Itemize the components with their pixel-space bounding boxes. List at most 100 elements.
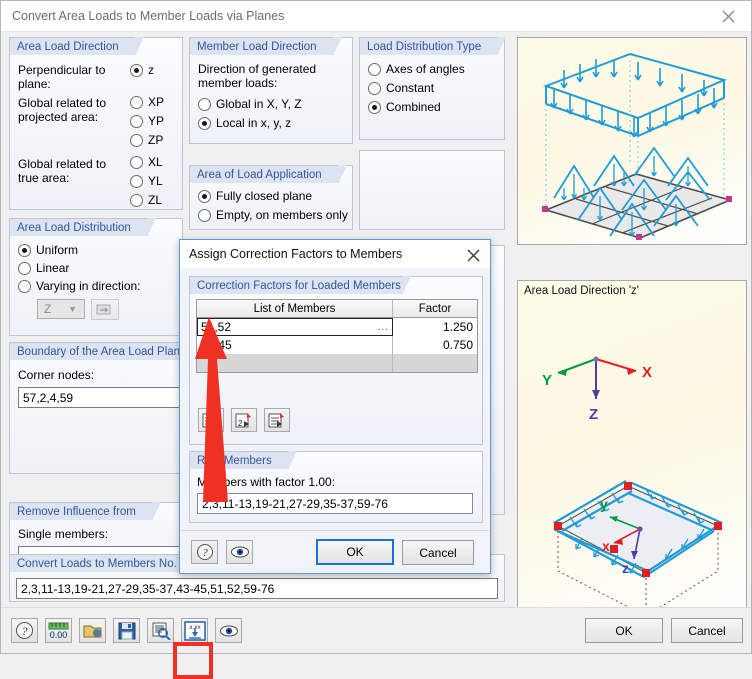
modal-cancel-button[interactable]: Cancel (402, 540, 474, 565)
open-folder-icon[interactable] (79, 618, 106, 643)
units-icon[interactable]: 0.00 (45, 618, 72, 643)
radio-fully-closed[interactable]: Fully closed plane (198, 189, 312, 203)
table-row[interactable]: 43-45 0.750 (197, 336, 477, 354)
radio-empty-members[interactable]: Empty, on members only (198, 208, 348, 222)
radio-dot (198, 116, 211, 130)
duplicate-row-glyph: 2 (235, 412, 251, 428)
ok-button[interactable]: OK (585, 618, 663, 643)
select-direction-icon[interactable] (91, 299, 119, 320)
radio-dir-zl[interactable]: ZL (130, 193, 162, 207)
group-body: Members with factor 1.00: 2,3,11-13,19-2… (190, 471, 482, 522)
radio-dir-xl[interactable]: XL (130, 155, 163, 169)
radio-dir-yp[interactable]: YP (130, 114, 164, 128)
eye-visibility-icon[interactable] (226, 540, 253, 564)
report-glyph (152, 622, 171, 640)
group-area-of-load-application: Area of Load Application Fully closed pl… (189, 165, 353, 230)
radio-label: z (148, 63, 154, 77)
group-correction-factors: Correction Factors for Loaded Members Li… (189, 276, 483, 445)
close-icon[interactable] (460, 244, 486, 266)
column-header-factor: Factor (418, 302, 452, 315)
radio-label: Fully closed plane (216, 189, 313, 203)
cell-factor[interactable]: 1.250 (393, 318, 477, 336)
corner-nodes-input[interactable]: 57,2,4,59 (18, 387, 198, 408)
radio-label: YP (148, 114, 165, 128)
radio-dot (18, 243, 31, 257)
radio-dot (130, 193, 143, 207)
radio-dot (130, 155, 143, 169)
delete-row-icon[interactable] (264, 408, 290, 432)
load-conversion-diagram (542, 52, 733, 240)
help-circle-icon[interactable]: ? (191, 540, 218, 564)
radio-dir-z[interactable]: z (130, 63, 154, 77)
title-bar: Convert Area Loads to Member Loads via P… (1, 1, 751, 32)
radio-constant[interactable]: Constant (368, 81, 434, 95)
radio-varying[interactable]: Varying in direction: (18, 279, 141, 293)
help-glyph: ? (16, 622, 33, 639)
radio-axes-of-angles[interactable]: Axes of angles (368, 62, 465, 76)
radio-label: Uniform (36, 243, 79, 257)
group-body: Axes of angles Constant Combined (360, 57, 504, 139)
help-glyph: ? (196, 544, 213, 560)
rest-members-input[interactable]: 2,3,11-13,19-21,27-29,35-37,59-76 (197, 493, 473, 514)
label-corner-nodes: Corner nodes: (18, 368, 95, 382)
modal-ok-button[interactable]: OK (316, 539, 394, 565)
cell-members[interactable]: 51,52 ... (197, 318, 393, 336)
svg-text:?: ? (202, 547, 208, 559)
radio-label: YL (148, 174, 163, 188)
convert-loads-icon[interactable]: x.xx (181, 618, 208, 643)
group-rest-members: Rest Members Members with factor 1.00: 2… (189, 451, 483, 523)
ellipsis-picker-icon[interactable]: ... (378, 322, 389, 333)
radio-linear[interactable]: Linear (18, 261, 69, 275)
direction-select[interactable]: Z ▼ (37, 299, 85, 319)
radio-uniform[interactable]: Uniform (18, 243, 78, 257)
table-row-empty[interactable] (197, 354, 477, 372)
pick-glyph (96, 304, 111, 314)
cancel-button[interactable]: Cancel (671, 618, 743, 643)
bottom-toolbar: ? 0.00 x.xx OK Cancel (1, 607, 751, 653)
insert-row-glyph: 1 (202, 412, 218, 429)
group-header: Boundary of the Area Load Plane (9, 342, 209, 361)
radio-dir-yl[interactable]: YL (130, 174, 163, 188)
cell-factor[interactable] (393, 354, 477, 372)
close-glyph (467, 249, 479, 261)
panel-right-placeholder (359, 150, 505, 230)
cell-members[interactable] (197, 354, 393, 372)
table-header-row: List of Members Factor (197, 300, 477, 318)
radio-dot (368, 81, 381, 95)
window-title: Convert Area Loads to Member Loads via P… (12, 9, 285, 23)
radio-dot (198, 208, 211, 222)
svg-text:Y: Y (542, 372, 552, 389)
group-body: Perpendicular to plane: z Global related… (10, 57, 182, 209)
help-icon[interactable]: ? (11, 618, 38, 643)
correction-factors-table[interactable]: List of Members Factor 51,52 ... 1.250 4… (196, 299, 478, 373)
save-icon[interactable] (113, 618, 140, 643)
radio-local-xyz[interactable]: Local in x, y, z (198, 116, 291, 130)
group-area-load-distribution: Area Load Distribution Uniform Linear Va… (9, 218, 183, 336)
svg-text:X: X (642, 364, 652, 381)
radio-dir-xp[interactable]: XP (130, 95, 164, 109)
cell-members[interactable]: 43-45 (197, 336, 393, 354)
radio-dot (130, 114, 143, 128)
group-header: Area of Load Application (189, 165, 347, 184)
radio-global-xyz[interactable]: Global in X, Y, Z (198, 97, 302, 111)
duplicate-row-icon[interactable]: 2 (231, 408, 257, 432)
report-preview-icon[interactable] (147, 618, 174, 643)
group-header: Remove Influence from (9, 502, 161, 521)
group-header: Area Load Distribution (9, 218, 156, 237)
convert-loads-input[interactable]: 2,3,11-13,19-21,27-29,35-37,43-45,51,52,… (16, 578, 498, 599)
group-load-distribution-type: Load Distribution Type Axes of angles Co… (359, 37, 507, 140)
convert-loads-glyph: x.xx (183, 620, 206, 641)
svg-text:0.00: 0.00 (50, 630, 68, 640)
radio-label: XP (148, 95, 165, 109)
table-row[interactable]: 51,52 ... 1.250 (197, 318, 477, 336)
group-boundary: Boundary of the Area Load Plane Corner n… (9, 342, 209, 474)
label-single-members: Single members: (18, 527, 109, 541)
radio-combined[interactable]: Combined (368, 100, 441, 114)
insert-row-icon[interactable]: 1 (198, 408, 224, 432)
cell-factor[interactable]: 0.750 (393, 336, 477, 354)
eye-visibility-icon[interactable] (215, 618, 242, 643)
delete-row-glyph (268, 412, 284, 427)
close-icon[interactable] (705, 1, 751, 32)
label-perpendicular: Perpendicular to plane: (18, 63, 106, 91)
radio-dir-zp[interactable]: ZP (130, 133, 163, 147)
